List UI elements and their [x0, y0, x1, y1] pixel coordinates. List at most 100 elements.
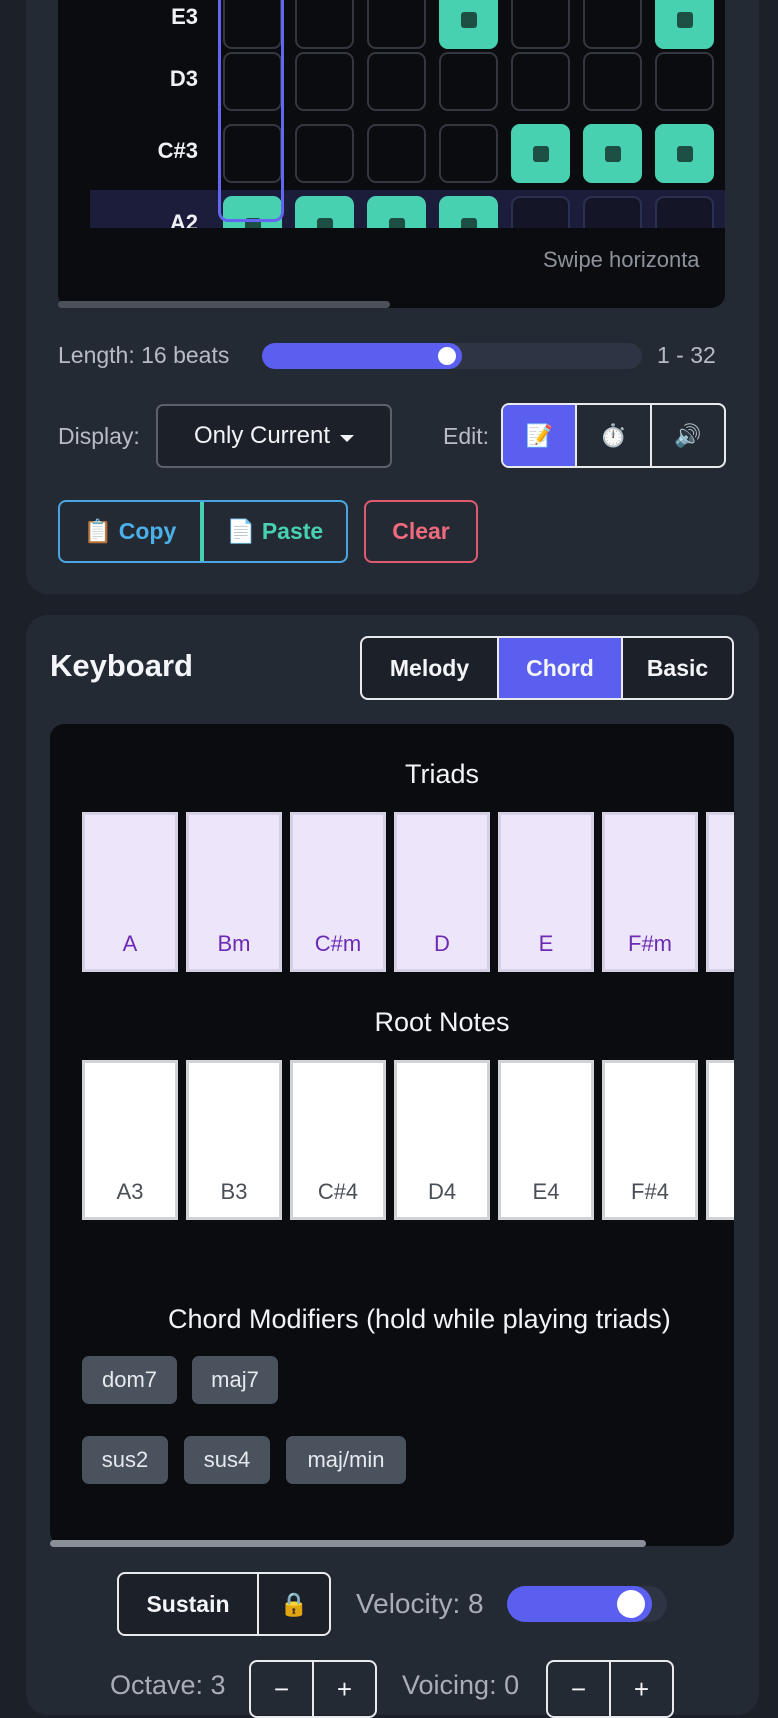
memo-icon: 📝: [525, 422, 553, 448]
step-cell[interactable]: [655, 124, 714, 183]
modifier-dom7-button[interactable]: dom7: [82, 1356, 177, 1404]
root-note-key[interactable]: C#4: [290, 1060, 386, 1220]
step-cell[interactable]: [511, 52, 570, 111]
edit-mode-velocity-button[interactable]: 🔊: [652, 405, 724, 466]
keyboard-panel: Triads Root Notes Chord Modifiers (hold …: [50, 724, 734, 1546]
step-cell[interactable]: [367, 124, 426, 183]
octave-stepper: − +: [249, 1660, 377, 1718]
paste-button[interactable]: 📄 Paste: [202, 502, 346, 561]
sustain-group: Sustain 🔒: [117, 1572, 331, 1636]
step-cell[interactable]: [367, 52, 426, 111]
triad-key[interactable]: F#m: [602, 812, 698, 972]
step-cell[interactable]: [511, 124, 570, 183]
playhead: [218, 0, 284, 222]
sequencer-scrollbar[interactable]: [58, 301, 390, 308]
step-cell[interactable]: [583, 124, 642, 183]
root-note-key-label: F#4: [631, 1179, 669, 1204]
step-cell[interactable]: [439, 52, 498, 111]
root-note-key[interactable]: A3: [82, 1060, 178, 1220]
display-select-value: Only Current: [193, 422, 331, 449]
voicing-stepper: − +: [546, 1660, 674, 1718]
display-select[interactable]: Only Current: [156, 404, 392, 468]
triad-key-label: E: [538, 931, 554, 956]
sustain-button[interactable]: Sustain: [119, 1574, 259, 1634]
speaker-icon: 🔊: [674, 422, 702, 448]
length-slider-fill: [262, 343, 462, 369]
sustain-lock-button[interactable]: 🔒: [259, 1574, 329, 1634]
root-notes-title: Root Notes: [374, 1007, 510, 1037]
octave-minus-button[interactable]: −: [251, 1662, 314, 1716]
step-cell[interactable]: [295, 124, 354, 183]
triad-key[interactable]: D: [394, 812, 490, 972]
triad-key-label: C#m: [314, 931, 362, 956]
step-marker: [461, 12, 477, 28]
root-note-key[interactable]: F#4: [602, 1060, 698, 1220]
root-note-key[interactable]: G4: [706, 1060, 734, 1220]
step-marker: [677, 146, 693, 162]
root-note-key-label: B3: [220, 1179, 248, 1204]
step-cell[interactable]: [511, 0, 570, 49]
triad-key[interactable]: Bm: [186, 812, 282, 972]
chevron-down-icon: [340, 434, 355, 442]
step-cell[interactable]: [439, 124, 498, 183]
edit-mode-timing-button[interactable]: ⏱️: [577, 405, 652, 466]
note-label: D3: [169, 66, 198, 91]
stopwatch-icon: ⏱️: [599, 422, 628, 448]
edit-mode-note-button[interactable]: 📝: [503, 405, 578, 466]
keyboard-mode-group: Melody Chord Basic: [360, 636, 734, 700]
triad-key-label: A: [122, 931, 138, 956]
root-note-key-label: C#4: [317, 1179, 359, 1204]
step-cell[interactable]: [655, 52, 714, 111]
keyboard-scrollbar[interactable]: [50, 1540, 646, 1547]
note-label: E3: [171, 4, 198, 29]
note-label: C#3: [157, 138, 198, 163]
step-cell[interactable]: [367, 0, 426, 49]
triad-key-label: F#m: [628, 931, 672, 956]
modifier-sus4-button[interactable]: sus4: [184, 1436, 270, 1484]
octave-label: Octave: 3: [110, 1670, 226, 1700]
triad-key[interactable]: C#m: [290, 812, 386, 972]
root-note-key[interactable]: B3: [186, 1060, 282, 1220]
step-cell[interactable]: [655, 0, 714, 49]
root-note-key-label: D4: [427, 1179, 457, 1204]
copy-button[interactable]: 📋 Copy: [60, 502, 202, 561]
step-cell[interactable]: [583, 52, 642, 111]
voicing-minus-button[interactable]: −: [548, 1662, 611, 1716]
mode-melody-button[interactable]: Melody: [362, 638, 499, 698]
root-note-key-label: A3: [116, 1179, 144, 1204]
chord-modifiers-title: Chord Modifiers (hold while playing tria…: [168, 1304, 671, 1334]
step-cell[interactable]: [295, 0, 354, 49]
triad-key-label: D: [434, 931, 450, 956]
triad-key[interactable]: A: [82, 812, 178, 972]
velocity-slider-knob[interactable]: [617, 1590, 645, 1618]
length-slider-knob[interactable]: [436, 345, 458, 367]
octave-plus-button[interactable]: +: [314, 1662, 375, 1716]
step-cell[interactable]: [439, 0, 498, 49]
triad-key-label: Bm: [217, 931, 251, 956]
root-note-key[interactable]: E4: [498, 1060, 594, 1220]
triads-title: Triads: [404, 759, 479, 789]
mode-basic-button[interactable]: Basic: [623, 638, 732, 698]
copy-paste-group: 📋 Copy 📄 Paste: [58, 500, 348, 563]
step-cell[interactable]: [295, 52, 354, 111]
triad-key[interactable]: E: [498, 812, 594, 972]
modifier-sus2-button[interactable]: sus2: [82, 1436, 168, 1484]
clear-button[interactable]: Clear: [364, 500, 478, 563]
length-range: 1 - 32: [657, 342, 716, 368]
step-marker: [677, 12, 693, 28]
length-label: Length: 16 beats: [58, 342, 230, 368]
keyboard-title: Keyboard: [50, 648, 193, 683]
root-note-key-label: E4: [532, 1179, 560, 1204]
modifier-maj7-button[interactable]: maj7: [192, 1356, 278, 1404]
step-marker: [605, 146, 621, 162]
voicing-plus-button[interactable]: +: [611, 1662, 672, 1716]
step-marker: [533, 146, 549, 162]
triad-key[interactable]: G: [706, 812, 734, 972]
step-cell[interactable]: [583, 0, 642, 49]
edit-label: Edit:: [443, 423, 490, 449]
root-note-key[interactable]: D4: [394, 1060, 490, 1220]
velocity-label: Velocity: 8: [356, 1588, 484, 1619]
voicing-label: Voicing: 0: [402, 1670, 520, 1700]
modifier-maj-min-button[interactable]: maj/min: [286, 1436, 406, 1484]
mode-chord-button[interactable]: Chord: [499, 638, 623, 698]
